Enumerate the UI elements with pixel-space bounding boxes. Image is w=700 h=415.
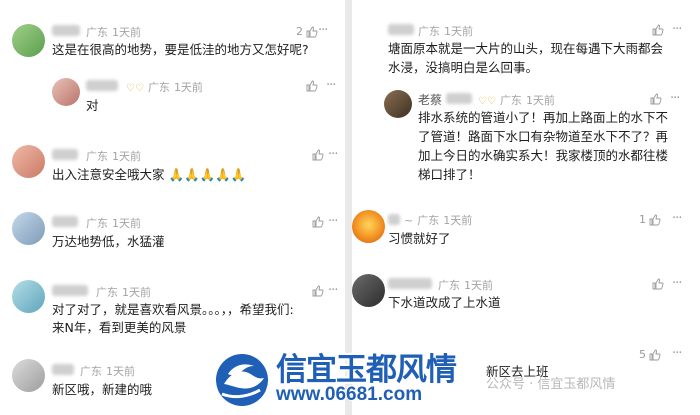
comment-meta: 广东 1天前 bbox=[86, 26, 141, 39]
comment-text: 万达地势低，水猛灌 bbox=[52, 234, 165, 249]
reply-text: 对 bbox=[86, 98, 99, 113]
fan-badge-icon: ♡♡ bbox=[478, 96, 496, 107]
thumb-up-icon bbox=[306, 80, 318, 92]
like-button[interactable] bbox=[652, 24, 664, 36]
reply-text-line2: 了管道！路面下水口有杂物道至水下不了？再 bbox=[418, 129, 669, 144]
thumb-up-icon bbox=[650, 93, 662, 105]
user-name-blurred[interactable] bbox=[52, 216, 78, 227]
like-button[interactable] bbox=[312, 149, 324, 161]
comment-meta: 广东 1天前 bbox=[96, 286, 151, 299]
more-options-button[interactable]: ··· bbox=[328, 214, 338, 229]
comment-text-line2: 水浸，没搞明白是么回事。 bbox=[388, 60, 539, 75]
comment-meta: 广东 1天前 bbox=[86, 150, 141, 163]
reply-text-line1: 排水系统的管道小了！再加上路面上的水下不 bbox=[418, 110, 669, 125]
like-count: 5 bbox=[639, 348, 646, 361]
reply-name-blurred bbox=[446, 93, 472, 104]
user-avatar[interactable] bbox=[12, 280, 45, 313]
reply-more-button[interactable]: ··· bbox=[326, 78, 336, 93]
user-name-blurred[interactable] bbox=[388, 24, 414, 35]
reply-text-line3: 加上今日的水确实系大！我家楼顶的水都往楼 bbox=[418, 148, 669, 163]
more-options-button[interactable]: ··· bbox=[672, 346, 682, 361]
user-name-blurred[interactable] bbox=[52, 285, 88, 296]
comment-text: 对了对了，就是喜欢看风景。。。，，希望我们: bbox=[52, 302, 294, 317]
comment-text: 习惯就好了 bbox=[388, 231, 451, 246]
reply-avatar[interactable] bbox=[384, 90, 412, 118]
more-options-button[interactable]: ··· bbox=[672, 276, 682, 291]
more-options-button[interactable]: ··· bbox=[672, 22, 682, 37]
user-name-blurred[interactable] bbox=[388, 278, 432, 289]
fan-badge-icon: ♡♡ bbox=[126, 83, 144, 94]
comment-text: 出入注意安全哦大家 🙏🙏🙏🙏🙏 bbox=[52, 167, 247, 182]
user-avatar[interactable] bbox=[352, 274, 385, 307]
like-button[interactable] bbox=[312, 216, 324, 228]
user-avatar[interactable] bbox=[12, 24, 45, 57]
like-count: 1 bbox=[639, 213, 646, 226]
comment-meta: 广东 1天前 bbox=[418, 25, 473, 38]
thumb-up-icon bbox=[306, 26, 318, 37]
comment-meta: 广东 1天前 bbox=[438, 279, 493, 292]
thumb-up-icon bbox=[312, 285, 324, 297]
comment-text: 这是在很高的地势，要是低洼的地方又怎好呢? bbox=[52, 42, 309, 57]
more-options-button[interactable]: ··· bbox=[318, 23, 328, 38]
thumb-up-icon bbox=[312, 216, 324, 228]
more-options-button[interactable]: ··· bbox=[328, 283, 338, 298]
like-button[interactable]: 5 bbox=[639, 348, 661, 361]
reply-name-blurred[interactable] bbox=[86, 80, 118, 91]
watermark-logo bbox=[216, 354, 268, 406]
comment-meta: 广东 1天前 bbox=[80, 365, 135, 378]
comment-text: 塘面原本就是一大片的山头，现在每遇下大雨都会 bbox=[388, 41, 664, 56]
user-name-blurred[interactable] bbox=[52, 364, 74, 375]
user-name-blurred[interactable] bbox=[52, 25, 80, 36]
watermark-official-account: 公众号 · 信宜玉都风情 bbox=[486, 377, 616, 392]
user-name-blurred[interactable] bbox=[388, 214, 400, 225]
comment-meta: 广东 1天前 bbox=[86, 217, 141, 230]
user-avatar[interactable] bbox=[12, 359, 45, 392]
pray-emoji: 🙏🙏🙏🙏🙏 bbox=[168, 167, 247, 182]
comment-text: 新区哦，新建的哦 bbox=[52, 382, 153, 397]
more-options-button[interactable]: ··· bbox=[672, 211, 682, 226]
reply-text-line4: 梯口排了！ bbox=[418, 167, 481, 182]
user-avatar[interactable] bbox=[352, 210, 385, 243]
thumb-up-icon bbox=[649, 214, 661, 225]
user-avatar[interactable] bbox=[12, 145, 45, 178]
reply-meta: ♡♡ 广东 1天前 bbox=[126, 81, 203, 94]
reply-like-button[interactable] bbox=[306, 80, 318, 92]
like-count: 2 bbox=[296, 25, 303, 38]
comment-text-line2: 来N年，看到更美的风景 bbox=[52, 320, 187, 335]
like-button[interactable]: 2 bbox=[296, 25, 318, 38]
reply-meta: ♡♡ 广东 1天前 bbox=[478, 94, 555, 107]
thumb-up-icon bbox=[649, 349, 661, 360]
thumb-up-icon bbox=[652, 24, 664, 36]
reply-avatar[interactable] bbox=[52, 78, 80, 106]
like-button[interactable] bbox=[312, 285, 324, 297]
user-avatar[interactable] bbox=[12, 212, 45, 245]
thumb-up-icon bbox=[312, 149, 324, 161]
reply-name[interactable]: 老蔡 bbox=[418, 91, 442, 108]
like-button[interactable]: 1 bbox=[639, 213, 661, 226]
like-button[interactable] bbox=[652, 278, 664, 290]
reply-more-button[interactable]: ··· bbox=[670, 91, 680, 106]
thumb-up-icon bbox=[652, 278, 664, 290]
comment-meta: ~ 广东 1天前 bbox=[404, 214, 473, 227]
comment-text: 下水道改成了上水道 bbox=[388, 295, 501, 310]
more-options-button[interactable]: ··· bbox=[328, 147, 338, 162]
reply-like-button[interactable] bbox=[650, 93, 662, 105]
watermark-url: www.06681.com bbox=[276, 384, 423, 405]
watermark-title: 信宜玉都风情 bbox=[276, 352, 457, 388]
user-name-blurred[interactable] bbox=[52, 149, 78, 160]
